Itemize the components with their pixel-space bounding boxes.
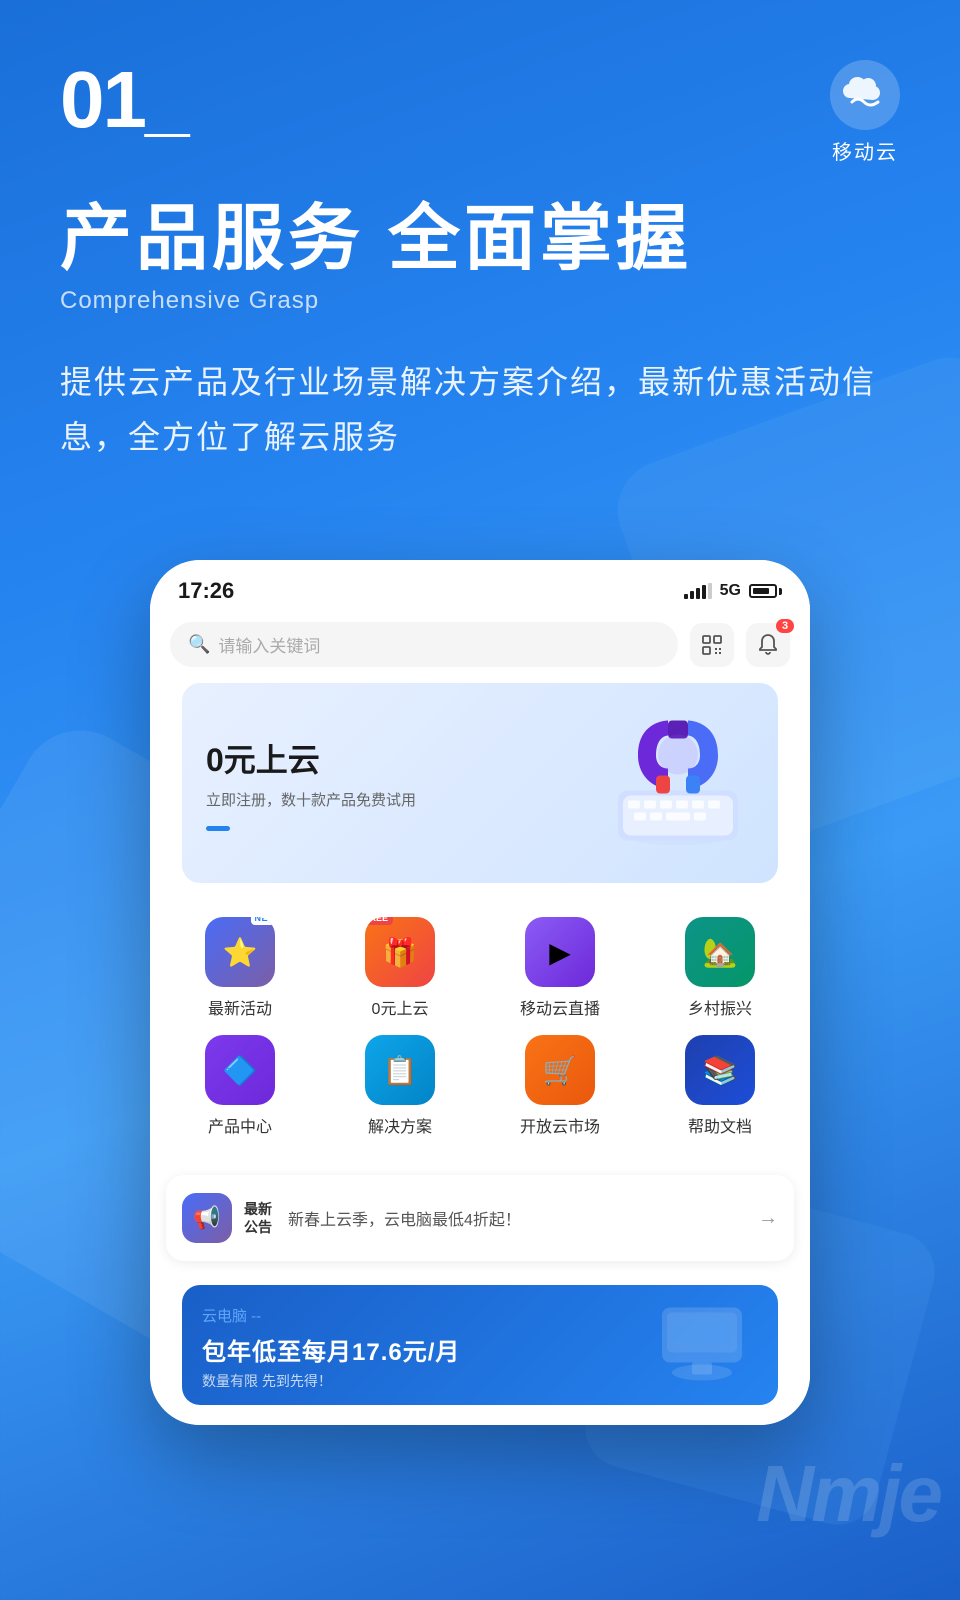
logo: 移动云 xyxy=(830,60,900,165)
solution-icon: 📋 xyxy=(365,1035,435,1105)
help-label: 帮助文档 xyxy=(688,1113,752,1137)
search-placeholder: 请输入关键词 xyxy=(218,632,320,657)
status-icons: 5G xyxy=(684,582,782,600)
rural-icon: 🏡 xyxy=(685,917,755,987)
activity-label: 最新活动 xyxy=(208,995,272,1019)
search-input[interactable]: 🔍 请输入关键词 xyxy=(170,622,678,667)
description: 提供云产品及行业场景解决方案介绍，最新优惠活动信息，全方位了解云服务 xyxy=(60,355,900,464)
phone-frame: 17:26 5G � xyxy=(150,560,810,1425)
grid-row-2: 🔷 产品中心 📋 解决方案 🛒 开放云市场 xyxy=(160,1035,800,1137)
network-type: 5G xyxy=(720,582,741,600)
sub-title: Comprehensive Grasp xyxy=(60,287,900,315)
grid-item-solution[interactable]: 📋 解决方案 xyxy=(340,1035,460,1137)
activity-icon: ⭐ NEW xyxy=(205,917,275,987)
logo-text: 移动云 xyxy=(832,136,898,165)
header: 01_ 移动云 xyxy=(60,60,900,165)
main-banner[interactable]: 0元上云 立即注册，数十款产品免费试用 xyxy=(182,683,778,883)
banner-dot-indicator xyxy=(206,826,230,831)
grid-item-market[interactable]: 🛒 开放云市场 xyxy=(500,1035,620,1137)
logo-icon xyxy=(830,60,900,130)
grid-item-live[interactable]: ▶ 移动云直播 xyxy=(500,917,620,1019)
live-icon: ▶ xyxy=(525,917,595,987)
free-label: 0元上云 xyxy=(372,995,429,1019)
notification-button[interactable]: 3 xyxy=(746,623,790,667)
phone-mockup: 17:26 5G � xyxy=(150,560,810,1425)
help-icon: 📚 xyxy=(685,1035,755,1105)
title-section: 产品服务 全面掌握 Comprehensive Grasp 提供云产品及行业场景… xyxy=(60,200,900,464)
main-title: 产品服务 全面掌握 xyxy=(60,200,900,279)
market-label: 开放云市场 xyxy=(520,1113,600,1137)
rural-label: 乡村振兴 xyxy=(688,995,752,1019)
live-label: 移动云直播 xyxy=(520,995,600,1019)
grid-item-activity[interactable]: ⭐ NEW 最新活动 xyxy=(180,917,300,1019)
free-icon: 🎁 FREE xyxy=(365,917,435,987)
notice-text: 新春上云季，云电脑最低4折起！ xyxy=(288,1206,746,1230)
grid-section: ⭐ NEW 最新活动 🎁 FREE 0元上云 ▶ 移动云 xyxy=(150,897,810,1163)
search-icon: 🔍 xyxy=(188,634,210,655)
bottom-banner[interactable]: 云电脑 -- 包年低至每月17.6元/月 数量有限 先到先得！ xyxy=(182,1285,778,1405)
section-number: 01_ xyxy=(60,60,187,140)
grid-item-help[interactable]: 📚 帮助文档 xyxy=(660,1035,780,1137)
grid-item-product[interactable]: 🔷 产品中心 xyxy=(180,1035,300,1137)
notice-icon: 📢 xyxy=(182,1193,232,1243)
notice-arrow-icon: → xyxy=(758,1207,778,1230)
product-icon: 🔷 xyxy=(205,1035,275,1105)
grid-item-rural[interactable]: 🏡 乡村振兴 xyxy=(660,917,780,1019)
bottom-banner-image xyxy=(642,1298,762,1393)
search-bar-container: 🔍 请输入关键词 3 xyxy=(150,614,810,683)
grid-row-1: ⭐ NEW 最新活动 🎁 FREE 0元上云 ▶ 移动云 xyxy=(160,917,800,1019)
notice-label: 最新公告 xyxy=(244,1200,272,1236)
scan-button[interactable] xyxy=(690,623,734,667)
free-badge: FREE xyxy=(365,917,393,925)
product-label: 产品中心 xyxy=(208,1113,272,1137)
status-bar: 17:26 5G xyxy=(150,560,810,614)
grid-item-free[interactable]: 🎁 FREE 0元上云 xyxy=(340,917,460,1019)
notification-badge: 3 xyxy=(776,619,794,633)
battery-icon xyxy=(749,584,782,598)
market-icon: 🛒 xyxy=(525,1035,595,1105)
solution-label: 解决方案 xyxy=(368,1113,432,1137)
notice-card[interactable]: 📢 最新公告 新春上云季，云电脑最低4折起！ → xyxy=(166,1175,794,1261)
banner-image xyxy=(598,701,758,866)
activity-badge: NEW xyxy=(251,917,276,925)
status-time: 17:26 xyxy=(178,578,234,604)
signal-icon xyxy=(684,583,712,599)
